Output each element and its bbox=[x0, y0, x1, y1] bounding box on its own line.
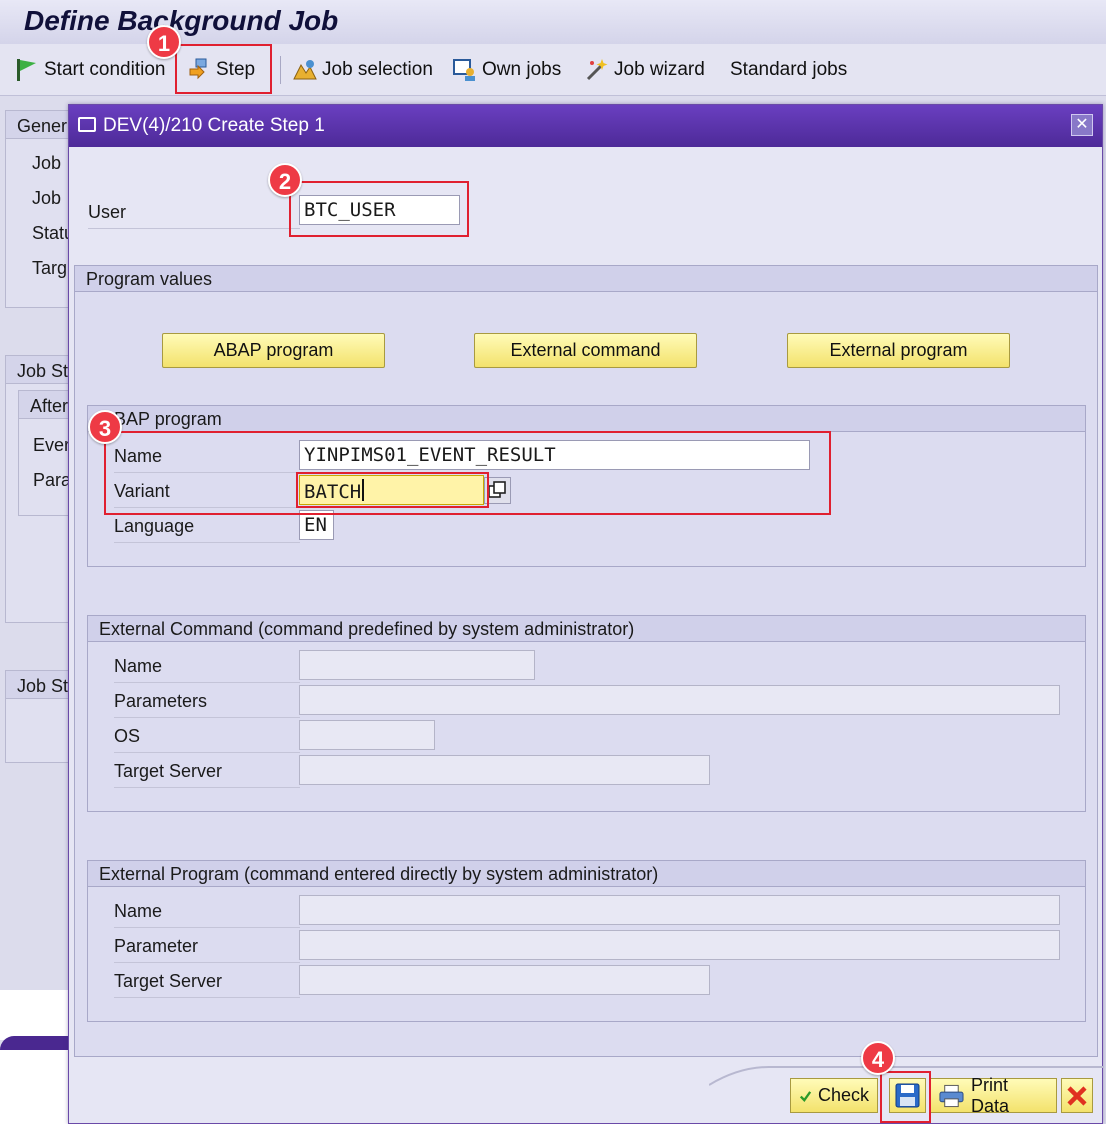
job-start-header: Job St bbox=[6, 356, 74, 384]
own-jobs-label: Own jobs bbox=[482, 59, 562, 80]
background-area-lower bbox=[0, 1050, 70, 1124]
parameters-label: Parameters bbox=[114, 691, 300, 718]
ext-program-target-server-input[interactable] bbox=[299, 965, 710, 995]
document-icon bbox=[78, 117, 96, 132]
background-status-strip bbox=[0, 1036, 70, 1050]
annotation-badge-1: 1 bbox=[147, 25, 181, 59]
flag-icon bbox=[17, 59, 36, 81]
start-condition-button[interactable]: Start condition bbox=[14, 44, 165, 96]
checkmark-icon bbox=[799, 1090, 812, 1102]
ext-command-target-server-label: Target Server bbox=[114, 761, 300, 788]
dialog-title-bar: DEV(4)/210 Create Step 1 ✕ bbox=[69, 105, 1102, 147]
print-data-label: Print Data bbox=[970, 1074, 1009, 1116]
parameters-input[interactable] bbox=[299, 685, 1060, 715]
language-label: Language bbox=[114, 516, 300, 543]
printer-icon bbox=[939, 1084, 964, 1107]
external-program-header: External Program (command entered direct… bbox=[88, 861, 1085, 887]
standard-jobs-label: Standard jobs bbox=[730, 59, 848, 80]
parameter-label: Para bbox=[33, 470, 72, 490]
external-program-button[interactable]: External program bbox=[787, 333, 1010, 368]
job-selection-button[interactable]: Job selection bbox=[292, 44, 433, 96]
copy-icon bbox=[488, 481, 506, 498]
event-label: Ever bbox=[33, 435, 71, 455]
variant-value-help-button[interactable] bbox=[484, 477, 511, 504]
variant-label: Variant bbox=[114, 481, 300, 508]
ext-command-target-server-input[interactable] bbox=[299, 755, 710, 785]
job-steps-panel: Job St bbox=[5, 670, 75, 763]
cancel-icon bbox=[1067, 1085, 1087, 1106]
ext-command-name-input[interactable] bbox=[299, 650, 535, 680]
abap-program-button[interactable]: ABAP program bbox=[162, 333, 385, 368]
ext-program-name-label: Name bbox=[114, 901, 300, 928]
variant-input[interactable]: BATCH bbox=[299, 475, 484, 505]
user-label: User bbox=[88, 202, 300, 229]
variant-value: BATCH bbox=[304, 481, 362, 503]
program-name-input[interactable]: YINPIMS01_EVENT_RESULT bbox=[299, 440, 810, 470]
close-icon[interactable]: ✕ bbox=[1071, 114, 1093, 136]
general-panel-header: Gener bbox=[6, 111, 74, 139]
own-jobs-button[interactable]: Own jobs bbox=[452, 44, 561, 96]
job-class-label: Job bbox=[32, 188, 62, 208]
check-button[interactable]: Check bbox=[790, 1078, 878, 1113]
external-command-button[interactable]: External command bbox=[474, 333, 697, 368]
wand-icon bbox=[586, 59, 608, 81]
save-icon bbox=[895, 1083, 920, 1108]
annotation-badge-2: 2 bbox=[268, 163, 302, 197]
cancel-button[interactable] bbox=[1061, 1078, 1093, 1113]
job-steps-header: Job St bbox=[6, 671, 74, 699]
ext-command-name-label: Name bbox=[114, 656, 300, 683]
save-button[interactable] bbox=[889, 1078, 926, 1113]
ext-program-name-input[interactable] bbox=[299, 895, 1060, 925]
program-values-header: Program values bbox=[75, 266, 1097, 292]
window-title: Define Background Job bbox=[24, 5, 339, 36]
os-label: OS bbox=[114, 726, 300, 753]
job-wizard-label: Job wizard bbox=[614, 59, 705, 80]
ext-program-target-server-label: Target Server bbox=[114, 971, 300, 998]
text-cursor bbox=[362, 479, 365, 501]
own-jobs-icon bbox=[453, 59, 475, 81]
program-name-label: Name bbox=[114, 446, 300, 473]
after-tab[interactable]: After bbox=[19, 391, 73, 419]
toolbar-separator bbox=[280, 56, 281, 84]
check-label: Check bbox=[817, 1085, 869, 1105]
step-button[interactable]: Step bbox=[186, 44, 255, 96]
os-input[interactable] bbox=[299, 720, 435, 750]
general-data-panel: Gener Job Job Statu Targ bbox=[5, 110, 75, 308]
user-input[interactable]: BTC_USER bbox=[299, 195, 460, 225]
job-selection-label: Job selection bbox=[322, 59, 433, 80]
language-input[interactable]: EN bbox=[299, 510, 334, 540]
step-label: Step bbox=[216, 59, 256, 80]
background-area bbox=[0, 990, 70, 1040]
create-step-dialog: DEV(4)/210 Create Step 1 ✕ User BTC_USER… bbox=[68, 104, 1104, 1124]
abap-section-header: BAP program bbox=[88, 406, 1085, 432]
start-condition-label: Start condition bbox=[44, 59, 166, 80]
external-command-header: External Command (command predefined by … bbox=[88, 616, 1085, 642]
job-name-label: Job bbox=[32, 153, 62, 173]
after-event-subpanel: After Ever Para bbox=[18, 390, 74, 516]
job-wizard-button[interactable]: Job wizard bbox=[584, 44, 705, 96]
annotation-badge-4: 4 bbox=[861, 1041, 895, 1075]
job-start-panel: Job St After Ever Para bbox=[5, 355, 75, 623]
annotation-badge-3: 3 bbox=[88, 410, 122, 444]
standard-jobs-button[interactable]: Standard jobs bbox=[730, 44, 847, 96]
job-selection-icon bbox=[293, 60, 317, 80]
step-icon bbox=[189, 58, 207, 80]
dialog-title: DEV(4)/210 Create Step 1 bbox=[103, 115, 325, 136]
target-label: Targ bbox=[32, 258, 68, 278]
print-data-button[interactable]: Print Data bbox=[929, 1075, 1057, 1116]
ext-program-parameter-input[interactable] bbox=[299, 930, 1060, 960]
ext-program-parameter-label: Parameter bbox=[114, 936, 300, 963]
